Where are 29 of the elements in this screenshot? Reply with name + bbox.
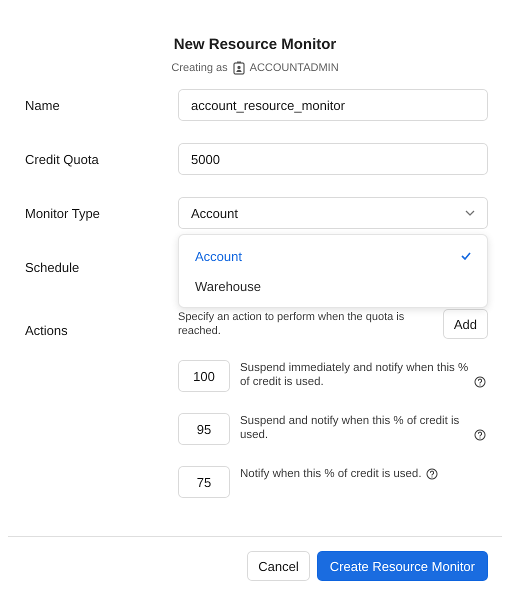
cancel-button[interactable]: Cancel <box>247 551 310 581</box>
add-button[interactable]: Add <box>442 309 488 339</box>
field-label: Schedule <box>25 259 80 275</box>
field-label: Credit Quota <box>25 151 100 167</box>
action-description: Notify when this % of credit is used. <box>240 467 422 481</box>
action-description: Suspend and notify when this % of credit is used. <box>240 414 460 442</box>
input-field[interactable]: 5000 <box>178 143 488 175</box>
percent-input[interactable]: 75 <box>178 466 230 498</box>
create-button[interactable]: Create Resource Monitor <box>316 551 488 581</box>
actions-description: Specify an action to perform when the quota is reached. <box>178 310 406 338</box>
role-name: ACCOUNTADMIN <box>250 62 339 74</box>
creating-as-label: Creating as <box>171 62 228 74</box>
help-icon <box>474 376 486 388</box>
help-icon <box>474 429 486 441</box>
field-label: Monitor Type <box>25 205 101 221</box>
help-icon <box>426 468 438 480</box>
percent-input[interactable]: 100 <box>178 360 230 392</box>
action-description: Suspend immediately and notify when this % of credit is used. <box>240 361 470 389</box>
percent-input[interactable]: 95 <box>178 413 230 445</box>
user-badge-icon <box>232 61 245 75</box>
checkmark-icon <box>461 252 471 260</box>
menu-option[interactable]: Account <box>179 241 487 271</box>
monitor-type-dropdown[interactable]: Account <box>178 197 488 229</box>
field-label: Name <box>25 97 61 113</box>
field-label: Actions <box>25 322 69 338</box>
menu-option[interactable]: Warehouse <box>179 271 487 301</box>
chevron-down-icon <box>465 210 475 216</box>
input-field[interactable]: account_resource_monitor <box>178 89 488 121</box>
dialog-title: New Resource Monitor <box>174 36 336 53</box>
